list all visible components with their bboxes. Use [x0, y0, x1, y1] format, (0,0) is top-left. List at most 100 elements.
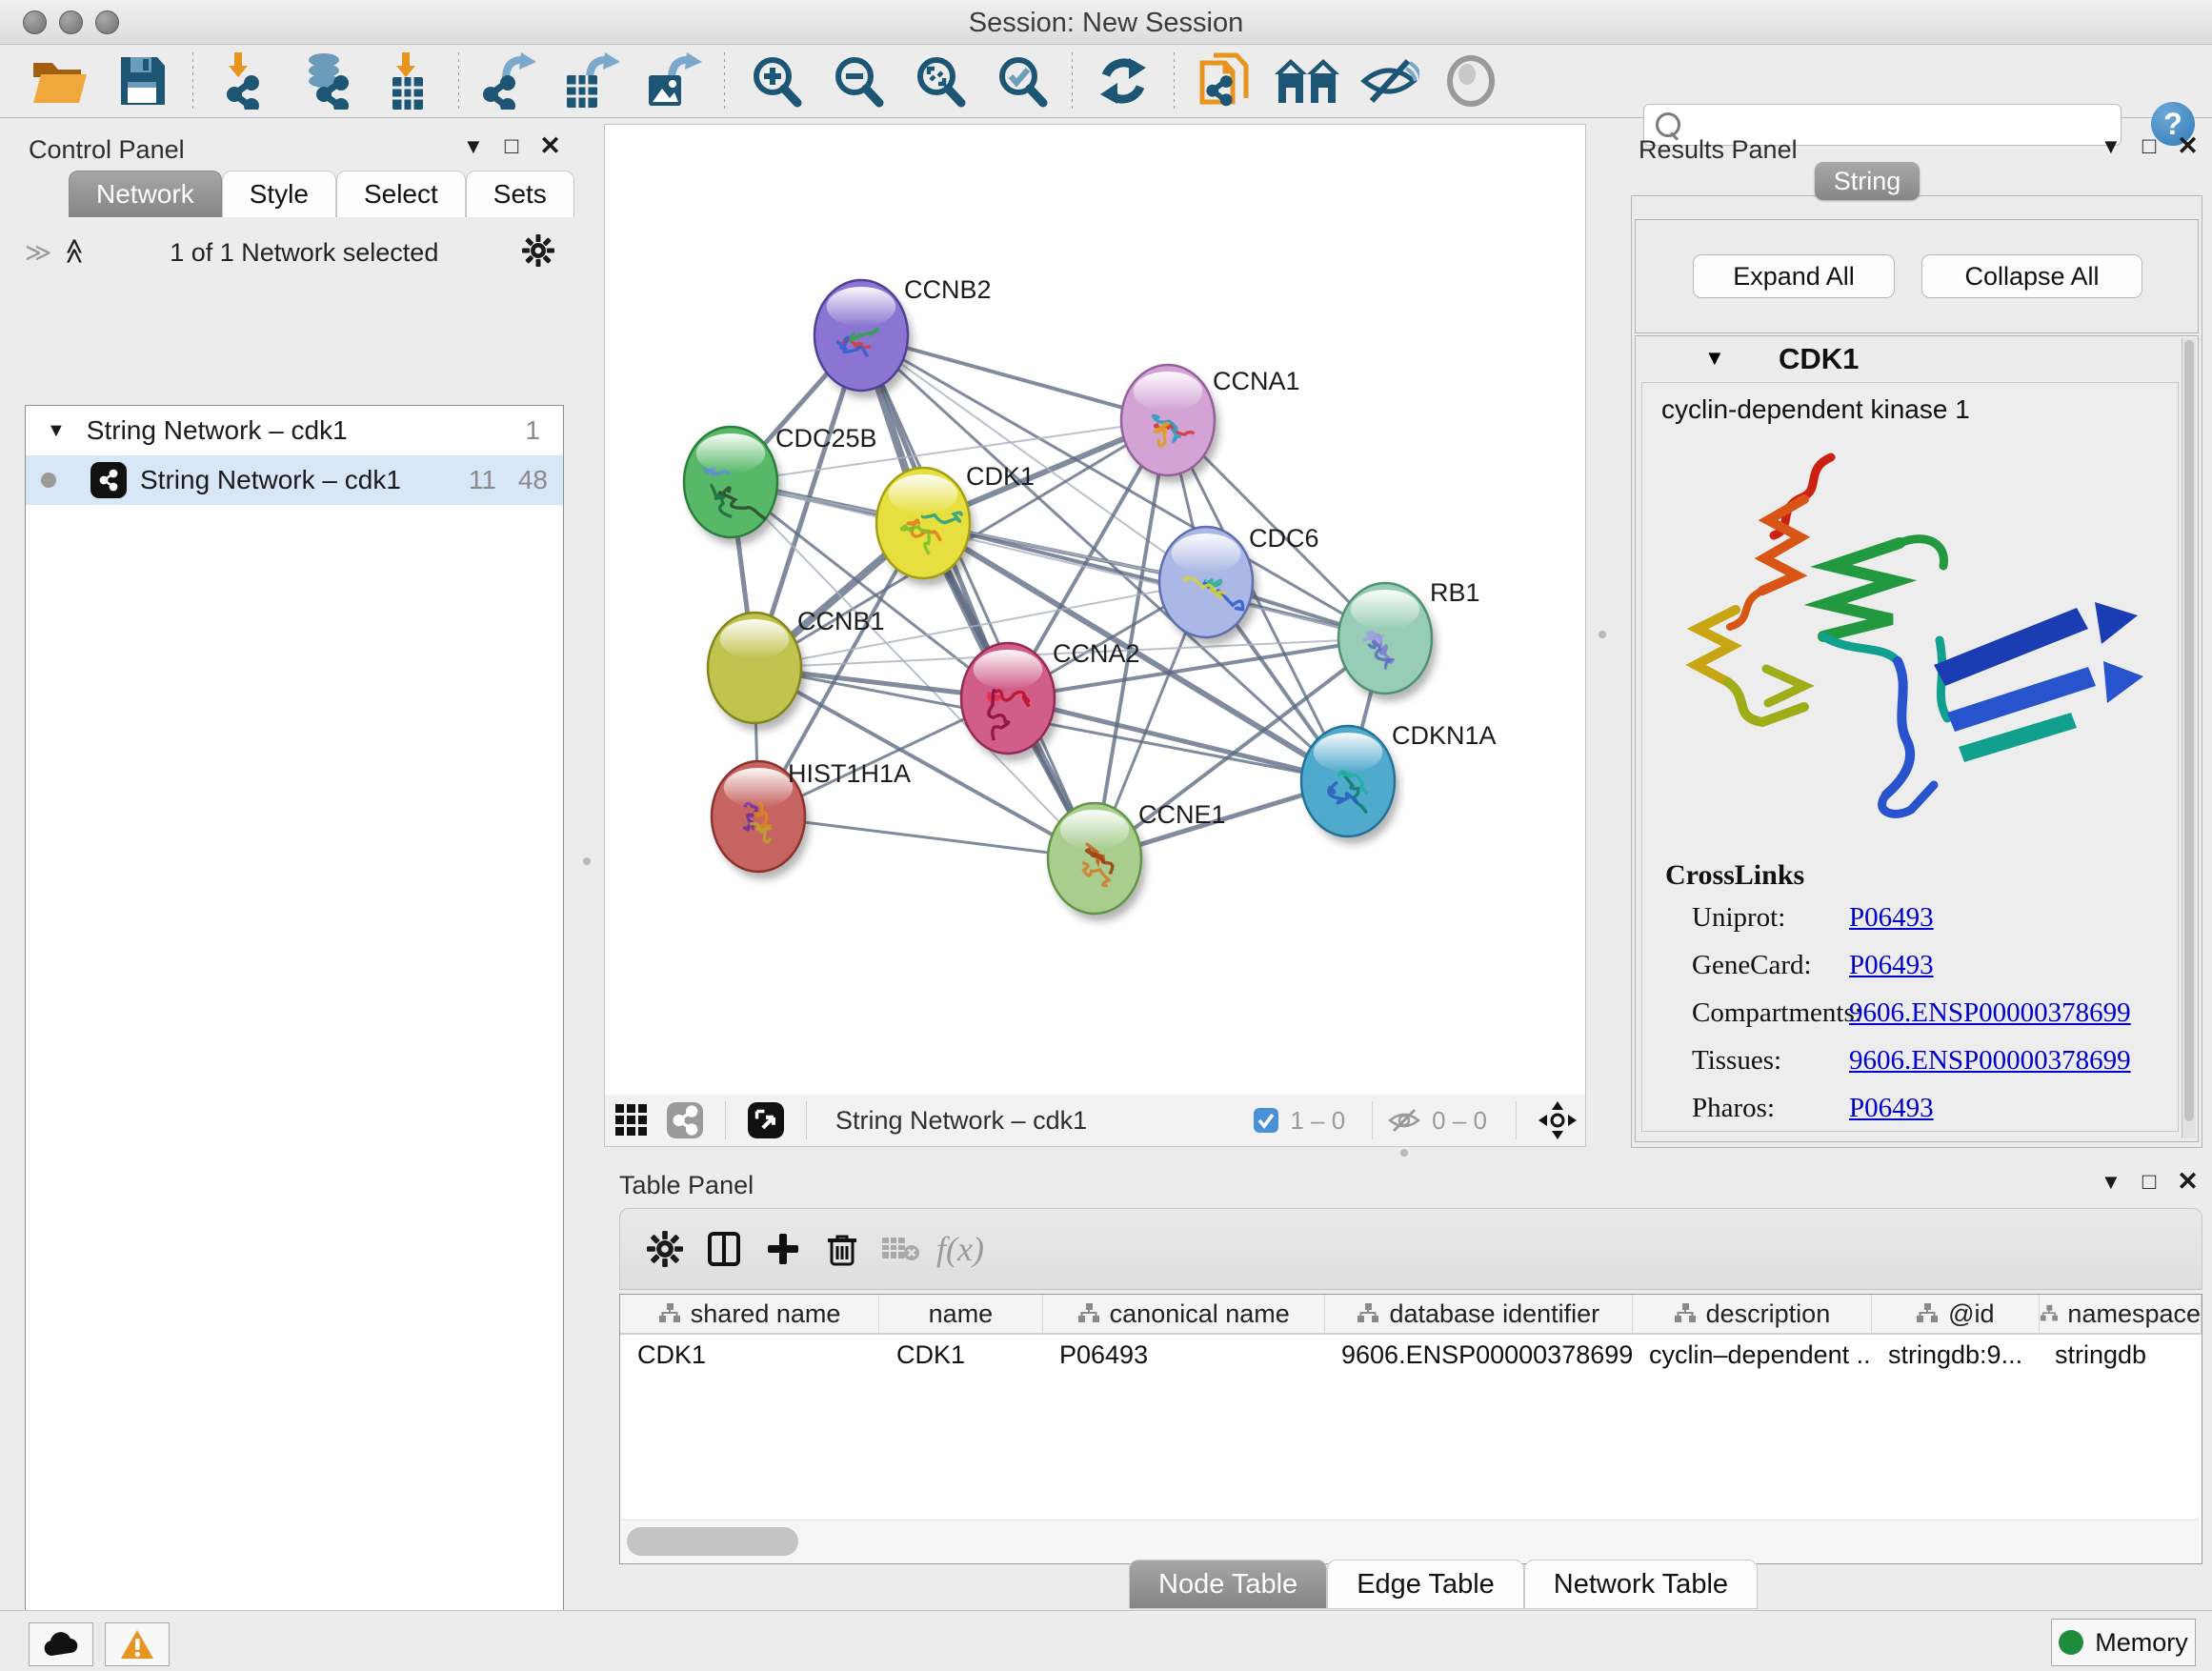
- left-splitter-handle[interactable]: [583, 857, 591, 865]
- show-all-icon[interactable]: [1438, 53, 1504, 109]
- tab-style[interactable]: Style: [222, 171, 336, 217]
- panel-float-icon[interactable]: □: [2142, 1169, 2157, 1196]
- panel-menu-icon[interactable]: ▼: [463, 134, 484, 159]
- crosslink-value-link[interactable]: 9606.ENSP00000378699: [1849, 997, 2131, 1029]
- expand-all-button[interactable]: Expand All: [1693, 254, 1895, 298]
- tab-edge-table[interactable]: Edge Table: [1327, 1560, 1524, 1609]
- panel-float-icon[interactable]: □: [505, 133, 519, 160]
- select-columns-icon[interactable]: [694, 1222, 754, 1276]
- node-CCNB2[interactable]: CCNB2: [814, 275, 992, 398]
- add-column-icon[interactable]: [754, 1222, 813, 1276]
- crosslink-value-link[interactable]: 9606.ENSP00000378699: [1849, 1045, 2131, 1077]
- open-session-icon[interactable]: [27, 53, 93, 109]
- node-CCNE1[interactable]: CCNE1: [1048, 800, 1226, 921]
- panel-menu-icon[interactable]: ▼: [2101, 1170, 2122, 1195]
- zoom-selected-icon[interactable]: [988, 53, 1055, 109]
- table-cell[interactable]: cyclin–dependent ...: [1632, 1335, 1871, 1375]
- column-header-canonical-name[interactable]: canonical name: [1043, 1295, 1325, 1333]
- tab-select[interactable]: Select: [336, 171, 466, 217]
- column-header-description[interactable]: description: [1633, 1295, 1872, 1333]
- node-label-CDC25B: CDC25B: [775, 424, 877, 453]
- network-row-selected[interactable]: String Network – cdk1 11 48: [26, 455, 563, 505]
- string-network-icon: [90, 462, 127, 498]
- function-builder-icon[interactable]: f(x): [931, 1222, 990, 1276]
- table-cell[interactable]: 9606.ENSP00000378699: [1324, 1335, 1632, 1375]
- refresh-network-icon[interactable]: [1090, 53, 1156, 109]
- node-CDC6[interactable]: CDC6: [1159, 524, 1319, 645]
- table-cell[interactable]: stringdb: [2038, 1335, 2200, 1375]
- crosslink-value-link[interactable]: P06493: [1849, 902, 1934, 934]
- grid-view-icon[interactable]: [605, 1094, 658, 1147]
- panel-float-icon[interactable]: □: [2142, 133, 2157, 160]
- network-collection-row[interactable]: ▼ String Network – cdk1 1: [26, 406, 563, 455]
- first-neighbors-icon[interactable]: [1274, 53, 1340, 109]
- zoom-fit-icon[interactable]: [906, 53, 973, 109]
- import-network-database-icon[interactable]: [292, 53, 359, 109]
- table-cell[interactable]: CDK1: [620, 1335, 879, 1375]
- right-splitter-handle[interactable]: [1599, 631, 1606, 638]
- table-row[interactable]: CDK1CDK1P064939606.ENSP00000378699cyclin…: [620, 1335, 2202, 1375]
- column-header--id[interactable]: @id: [1872, 1295, 2039, 1333]
- scrollbar-thumb[interactable]: [627, 1527, 798, 1556]
- node-CCNB1[interactable]: CCNB1: [708, 607, 885, 731]
- export-network-icon[interactable]: [476, 53, 543, 109]
- birdseye-view-icon[interactable]: [1530, 1094, 1585, 1147]
- node-CDC25B[interactable]: CDC25B: [684, 424, 877, 545]
- memory-button[interactable]: Memory: [2051, 1619, 2196, 1666]
- save-session-icon[interactable]: [109, 53, 175, 109]
- selected-checkbox-icon[interactable]: [1252, 1106, 1280, 1135]
- table-cell[interactable]: P06493: [1042, 1335, 1324, 1375]
- tab-node-table[interactable]: Node Table: [1129, 1560, 1327, 1609]
- import-network-file-icon[interactable]: [211, 53, 277, 109]
- import-table-file-icon[interactable]: [374, 53, 441, 109]
- zoom-in-icon[interactable]: [742, 53, 809, 109]
- panel-close-icon[interactable]: ✕: [2177, 131, 2199, 161]
- tab-network-table[interactable]: Network Table: [1524, 1560, 1758, 1609]
- collapse-all-icon[interactable]: ≫: [25, 238, 48, 268]
- hidden-eye-icon[interactable]: [1386, 1106, 1422, 1135]
- crosslink-value-link[interactable]: P06493: [1849, 1093, 1934, 1124]
- export-table-icon[interactable]: [558, 53, 625, 109]
- horizontal-splitter-handle[interactable]: [1400, 1149, 1408, 1157]
- delete-table-icon[interactable]: [872, 1222, 931, 1276]
- column-header-namespace[interactable]: namespace: [2040, 1295, 2202, 1333]
- panel-close-icon[interactable]: ✕: [2177, 1167, 2199, 1197]
- node-RB1[interactable]: RB1: [1338, 578, 1480, 701]
- node-HIST1H1A[interactable]: HIST1H1A: [712, 759, 911, 879]
- tab-string[interactable]: String: [1815, 162, 1920, 200]
- cloud-status-button[interactable]: [29, 1622, 93, 1666]
- column-header-shared-name[interactable]: shared name: [620, 1295, 879, 1333]
- node-CDKN1A[interactable]: CDKN1A: [1301, 721, 1497, 844]
- collapse-all-button[interactable]: Collapse All: [1921, 254, 2142, 298]
- panel-close-icon[interactable]: ✕: [539, 131, 561, 161]
- warning-button[interactable]: [105, 1622, 170, 1666]
- annotations-icon[interactable]: [1192, 53, 1258, 109]
- tab-sets[interactable]: Sets: [466, 171, 574, 217]
- collapse-section-icon[interactable]: ▼: [1704, 346, 1725, 371]
- export-image-icon[interactable]: [640, 53, 707, 109]
- delete-column-trash-icon[interactable]: [813, 1222, 872, 1276]
- table-cell[interactable]: CDK1: [879, 1335, 1042, 1375]
- tree-expander-icon[interactable]: ▼: [47, 420, 66, 442]
- results-scrollbar[interactable]: [2182, 338, 2196, 1138]
- hide-selected-icon[interactable]: [1356, 53, 1422, 109]
- panel-menu-icon[interactable]: ▼: [2101, 134, 2122, 159]
- column-header-name[interactable]: name: [879, 1295, 1042, 1333]
- crosslink-value-link[interactable]: P06493: [1849, 950, 1934, 981]
- open-in-new-icon[interactable]: [739, 1094, 793, 1147]
- share-view-icon[interactable]: [658, 1094, 712, 1147]
- network-canvas[interactable]: CCNB2CCNA1CDC25BCDK1CDC6RB1CCNB1CCNA2CDK…: [604, 124, 1586, 1096]
- table-horizontal-scrollbar[interactable]: [621, 1520, 2199, 1562]
- node-CCNA1[interactable]: CCNA1: [1121, 365, 1300, 483]
- collection-count: 1: [525, 415, 540, 446]
- node-CDK1[interactable]: CDK1: [876, 462, 1035, 586]
- table-cell[interactable]: stringdb:9...: [1871, 1335, 2038, 1375]
- collection-name: String Network – cdk1: [87, 415, 348, 446]
- table-settings-gear-icon[interactable]: [635, 1222, 694, 1276]
- zoom-out-icon[interactable]: [824, 53, 891, 109]
- tab-network[interactable]: Network: [69, 171, 222, 217]
- expand-all-icon[interactable]: ≫: [60, 241, 90, 264]
- gear-icon[interactable]: [522, 234, 554, 272]
- crosslink-label: Compartments:: [1692, 997, 1849, 1029]
- column-header-database-identifier[interactable]: database identifier: [1325, 1295, 1633, 1333]
